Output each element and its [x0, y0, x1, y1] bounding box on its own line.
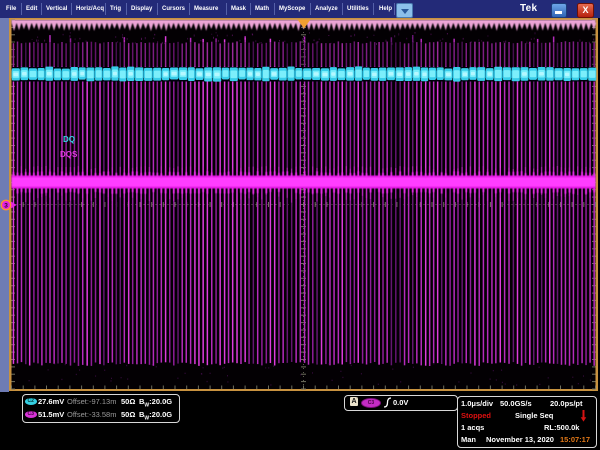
svg-text:DQ: DQ — [63, 135, 75, 144]
svg-text:DQS: DQS — [60, 150, 78, 159]
svg-text:3: 3 — [4, 203, 8, 210]
